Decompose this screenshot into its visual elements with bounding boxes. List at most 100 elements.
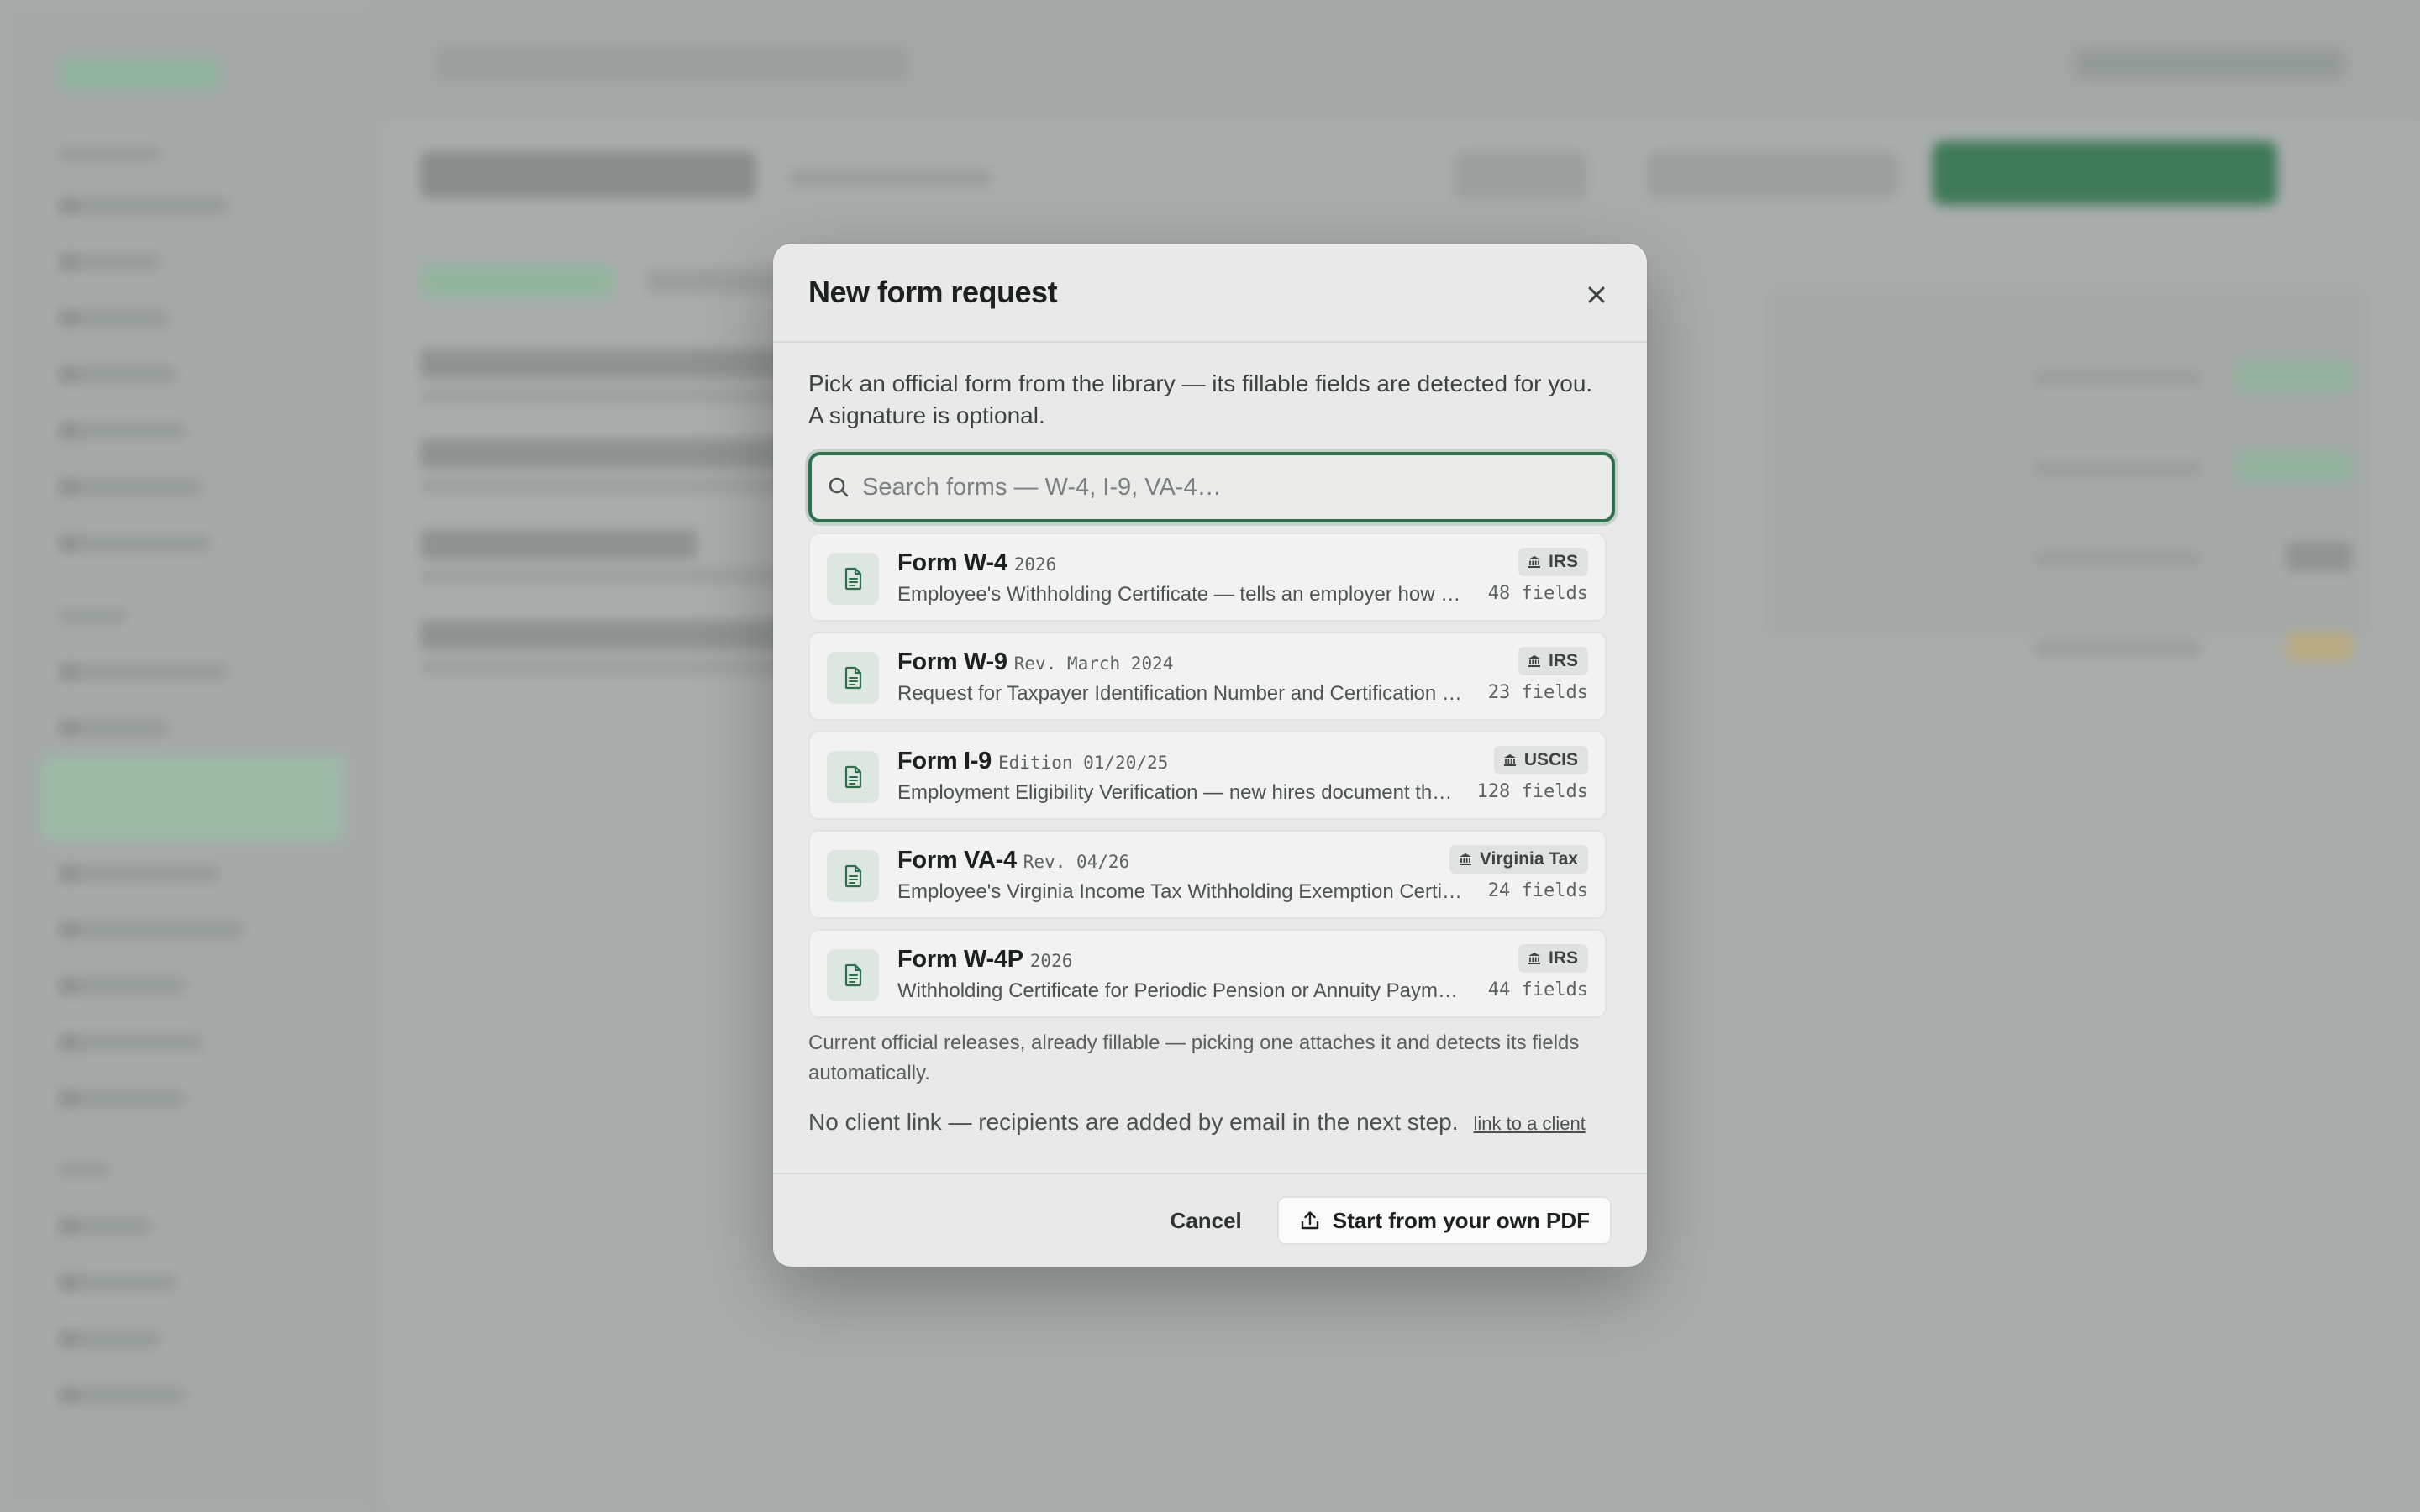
background-button <box>1454 151 1588 198</box>
background-sidebar <box>0 0 378 1512</box>
background-section-label <box>59 147 160 160</box>
background-active-item <box>42 756 345 840</box>
background-nav-item <box>59 479 202 496</box>
agency-name: IRS <box>1548 651 1578 670</box>
field-count: 24 fields <box>1487 880 1588 901</box>
form-text: Form VA-4 Rev. 04/26 Employee's Virginia I… <box>897 847 1462 904</box>
background-nav-item <box>59 535 210 552</box>
background-nav-item <box>59 1090 185 1107</box>
dialog-header: New form request <box>773 244 1647 343</box>
dialog-body: Pick an official form from the library —… <box>773 343 1647 1136</box>
background-nav-item <box>59 1034 202 1051</box>
library-note: Current official releases, already filla… <box>808 1032 1580 1084</box>
form-text: Form W-9 Rev. March 2024 Request for Taxpa… <box>897 648 1462 706</box>
agency-name: USCIS <box>1523 750 1578 769</box>
agency-badge: IRS <box>1518 944 1588 973</box>
form-edition: 2026 <box>1029 951 1073 971</box>
upload-icon <box>1301 1211 1318 1230</box>
field-count: 48 fields <box>1487 583 1588 604</box>
background-nav-item <box>59 1331 160 1347</box>
background-nav-item <box>59 921 244 938</box>
background-nav-item <box>59 1274 176 1291</box>
background-page-subtitle <box>790 168 992 188</box>
form-name: Form W-4P <box>897 946 1023 973</box>
form-list-item[interactable]: Form I-9 Edition 01/20/25 Employment Eligi… <box>808 731 1607 820</box>
form-name: Form W-4 <box>897 549 1007 576</box>
background-tab <box>420 265 613 298</box>
background-status-pill <box>2286 542 2353 572</box>
background-nav-item <box>59 664 227 680</box>
background-nav-item <box>59 310 168 327</box>
cancel-button[interactable]: Cancel <box>1170 1208 1241 1234</box>
background-nav-item <box>59 254 160 270</box>
document-icon <box>827 949 879 1001</box>
background-nav-item <box>59 978 185 995</box>
background-row <box>420 388 790 403</box>
background-primary-button <box>1933 141 2277 205</box>
close-button[interactable] <box>1576 275 1617 315</box>
form-list-item[interactable]: Form W-4 2026 Employee's Withholding Certi… <box>808 533 1607 622</box>
form-description: Employee's Virginia Income Tax Withholdi… <box>897 880 1462 903</box>
background-section-label <box>59 609 126 622</box>
agency-badge: Virginia Tax <box>1449 845 1588 874</box>
background-row <box>420 659 790 675</box>
background-tab <box>647 269 781 294</box>
form-edition: Rev. March 2024 <box>1013 654 1174 674</box>
background-search <box>437 46 908 80</box>
background-page-title <box>420 151 756 198</box>
background-user-menu <box>2075 49 2344 79</box>
document-icon <box>827 850 879 902</box>
bank-icon <box>1502 753 1518 768</box>
form-name-line: Form W-9 Rev. March 2024 <box>897 648 1462 679</box>
form-library-list: Form W-4 2026 Employee's Withholding Certi… <box>808 533 1607 1018</box>
form-name: Form I-9 <box>897 748 992 774</box>
background-meta <box>2033 370 2202 386</box>
agency-name: Virginia Tax <box>1479 849 1578 869</box>
background-row <box>420 478 790 493</box>
form-list-item[interactable]: Form W-9 Rev. March 2024 Request for Taxpa… <box>808 632 1607 721</box>
background-meta <box>2033 640 2202 657</box>
background-nav-item <box>59 1218 151 1235</box>
client-link-row: No client link — recipients are added by… <box>808 1109 1612 1136</box>
background-nav-item <box>59 865 218 882</box>
bank-icon <box>1458 852 1473 867</box>
link-to-client-link[interactable]: link to a client <box>1474 1113 1586 1135</box>
form-meta: IRS 44 fields <box>1488 944 1588 1000</box>
form-list-item[interactable]: Form VA-4 Rev. 04/26 Employee's Virginia I… <box>808 830 1607 919</box>
dialog-title: New form request <box>808 275 1058 309</box>
form-text: Form W-4 2026 Employee's Withholding Certi… <box>897 549 1462 606</box>
background-nav-item <box>59 423 185 439</box>
field-count: 128 fields <box>1476 781 1588 802</box>
form-description: Request for Taxpayer Identification Numb… <box>897 682 1462 705</box>
new-form-request-dialog: New form request Pick an official form f… <box>773 244 1647 1267</box>
search-input[interactable] <box>862 473 1585 501</box>
background-nav-item <box>59 1387 185 1404</box>
background-row <box>420 569 790 584</box>
form-list-item[interactable]: Form W-4P 2026 Withholding Certificate for… <box>808 929 1607 1018</box>
background-section-label <box>59 1163 109 1177</box>
agency-name: IRS <box>1548 948 1578 968</box>
form-name-line: Form VA-4 Rev. 04/26 <box>897 847 1462 877</box>
background-status-pill <box>2235 451 2353 481</box>
background-status-pill <box>2286 632 2353 662</box>
document-icon <box>827 652 879 704</box>
form-name-line: Form W-4P 2026 <box>897 946 1462 976</box>
start-from-pdf-label: Start from your own PDF <box>1332 1207 1590 1233</box>
background-meta <box>2033 460 2202 477</box>
background-meta <box>2033 550 2202 567</box>
search-field[interactable] <box>808 452 1615 522</box>
background-nav-item <box>59 720 168 737</box>
bank-icon <box>1527 951 1542 966</box>
form-edition: 2026 <box>1013 554 1057 575</box>
form-text: Form I-9 Edition 01/20/25 Employment Eligi… <box>897 748 1462 805</box>
form-description: Employee's Withholding Certificate — tel… <box>897 583 1462 606</box>
field-count: 44 fields <box>1487 979 1588 1000</box>
start-from-pdf-button[interactable]: Start from your own PDF <box>1276 1196 1612 1245</box>
field-count: 23 fields <box>1487 682 1588 703</box>
bank-icon <box>1527 654 1542 669</box>
form-name-line: Form W-4 2026 <box>897 549 1462 580</box>
agency-name: IRS <box>1548 552 1578 571</box>
form-meta: USCIS 128 fields <box>1477 746 1588 802</box>
background-button <box>1647 151 1899 198</box>
background-status-pill <box>2235 361 2353 391</box>
